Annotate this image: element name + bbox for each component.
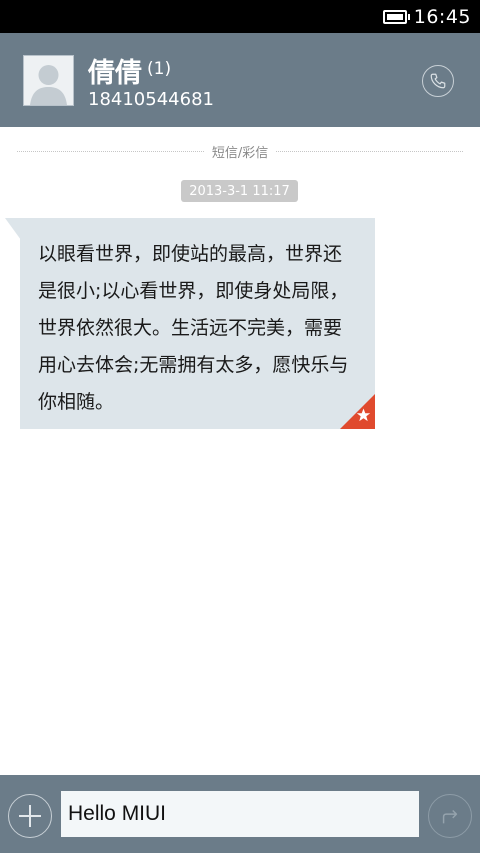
message-bubble[interactable]: 以眼看世界，即使站的最高，世界还是很小;以心看世界，即使身处局限，世界依然很大。…	[20, 218, 375, 429]
call-button[interactable]	[422, 65, 454, 97]
send-icon	[442, 809, 458, 824]
phone-icon	[430, 73, 446, 89]
contact-phone-number: 18410544681	[88, 89, 214, 110]
message-type-label: 短信/彩信	[211, 145, 269, 161]
message-input[interactable]	[61, 791, 419, 837]
received-message[interactable]: 以眼看世界，即使站的最高，世界还是很小;以心看世界，即使身处局限，世界依然很大。…	[5, 218, 375, 430]
battery-full-icon	[382, 9, 410, 24]
star-icon	[340, 394, 375, 429]
message-text: 以眼看世界，即使站的最高，世界还是很小;以心看世界，即使身处局限，世界依然很大。…	[38, 243, 349, 413]
status-time: 16:45	[413, 5, 471, 28]
plus-icon	[19, 805, 41, 827]
default-avatar-icon[interactable]	[23, 55, 74, 106]
message-composer	[0, 775, 480, 853]
add-attachment-button[interactable]	[8, 794, 52, 838]
message-timestamp: 2013-3-1 11:17	[181, 180, 298, 202]
divider-line-right	[276, 150, 464, 152]
contact-name-text: 倩倩	[88, 58, 142, 89]
contact-header: 倩倩 (1) 18410544681	[0, 33, 480, 127]
message-count: (1)	[147, 59, 172, 79]
status-bar: 16:45	[0, 0, 480, 33]
bubble-tail	[5, 218, 21, 240]
contact-name: 倩倩 (1)	[88, 51, 171, 90]
message-type-divider: 短信/彩信	[17, 140, 464, 162]
divider-line-left	[17, 150, 204, 152]
send-button[interactable]	[428, 794, 472, 838]
